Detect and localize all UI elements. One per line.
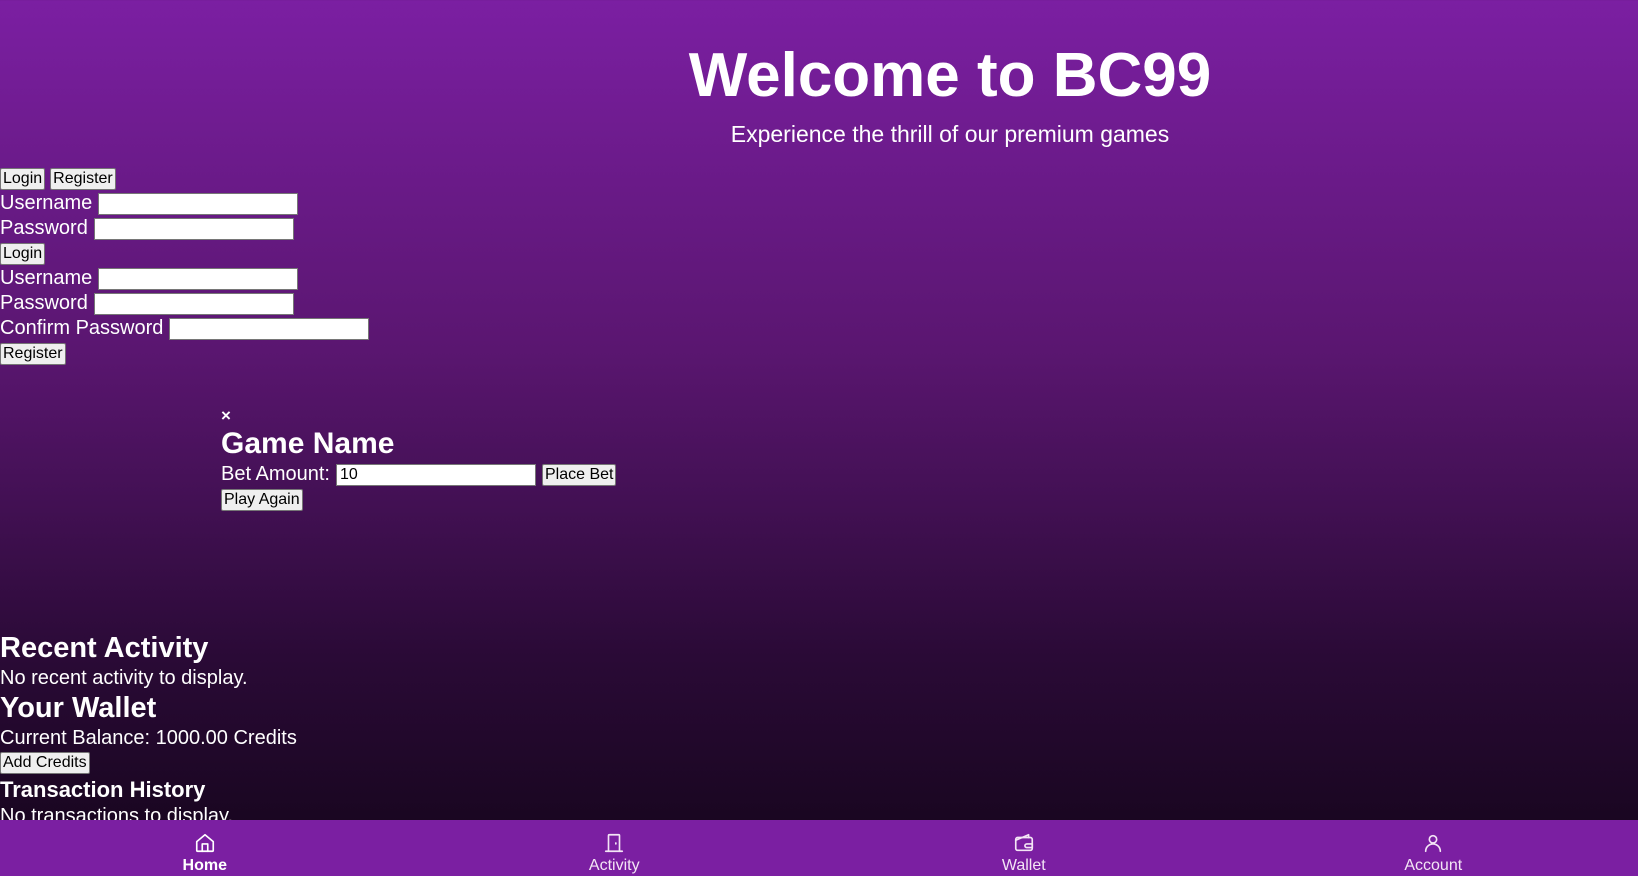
bet-amount-input[interactable] — [335, 463, 536, 486]
play-again-button[interactable]: Play Again — [221, 488, 303, 511]
place-bet-button[interactable]: Place Bet — [541, 463, 617, 486]
add-credits-button[interactable]: Add Credits — [0, 752, 90, 774]
wallet-balance: Current Balance: 1000.00 Credits — [0, 727, 297, 749]
nav-item-account[interactable]: Account — [1373, 820, 1493, 876]
wallet-heading: Your Wallet — [0, 692, 157, 724]
register-username-label: Username — [0, 267, 93, 289]
register-username-input[interactable] — [98, 267, 299, 290]
hero: Welcome to BC99 Experience the thrill of… — [0, 40, 1638, 148]
nav-item-home[interactable]: Home — [145, 820, 265, 876]
auth-tabs: Login Register — [0, 166, 369, 191]
account-icon — [1425, 834, 1442, 853]
hero-title: Welcome to BC99 — [688, 41, 1212, 110]
content-sections: Recent Activity No recent activity to di… — [0, 630, 297, 828]
register-password-label: Password — [0, 292, 88, 314]
game-title: Game Name — [221, 427, 395, 460]
recent-activity-empty: No recent activity to display. — [0, 667, 248, 689]
wallet-icon — [1014, 833, 1033, 852]
nav-item-label: Home — [182, 857, 227, 874]
activity-icon — [605, 833, 624, 853]
bottom-nav: Home Activity Wallet Account — [0, 820, 1638, 876]
bet-amount-label: Bet Amount: — [221, 463, 330, 485]
recent-activity-heading: Recent Activity — [0, 632, 209, 664]
login-username-label: Username — [0, 192, 93, 214]
nav-item-wallet[interactable]: Wallet — [964, 820, 1084, 876]
login-form: Username Password Login — [0, 191, 369, 266]
register-password-input[interactable] — [93, 292, 294, 315]
login-submit-button[interactable]: Login — [0, 242, 46, 265]
nav-item-label: Wallet — [1001, 857, 1046, 874]
nav-item-label: Activity — [588, 857, 640, 874]
login-username-input[interactable] — [98, 192, 299, 215]
login-password-label: Password — [0, 217, 88, 239]
auth-section: Login Register Username Password Login U… — [0, 166, 370, 366]
register-form: Username Password Confirm Password Regis… — [0, 266, 370, 366]
home-icon — [195, 833, 214, 853]
game-modal: × Game Name Bet Amount: Place Bet Play A… — [221, 406, 617, 512]
login-tab-button[interactable]: Login — [0, 167, 46, 190]
register-confirm-password-label: Confirm Password — [0, 317, 164, 339]
login-password-input[interactable] — [93, 217, 294, 240]
nav-item-label: Account — [1404, 857, 1463, 874]
transaction-history-heading: Transaction History — [0, 777, 206, 802]
hero-subtitle: Experience the thrill of our premium gam… — [730, 121, 1170, 147]
register-tab-button[interactable]: Register — [50, 167, 116, 190]
register-confirm-password-input[interactable] — [169, 317, 370, 340]
nav-item-activity[interactable]: Activity — [554, 820, 674, 876]
close-icon[interactable]: × — [221, 406, 616, 426]
register-submit-button[interactable]: Register — [0, 342, 66, 365]
